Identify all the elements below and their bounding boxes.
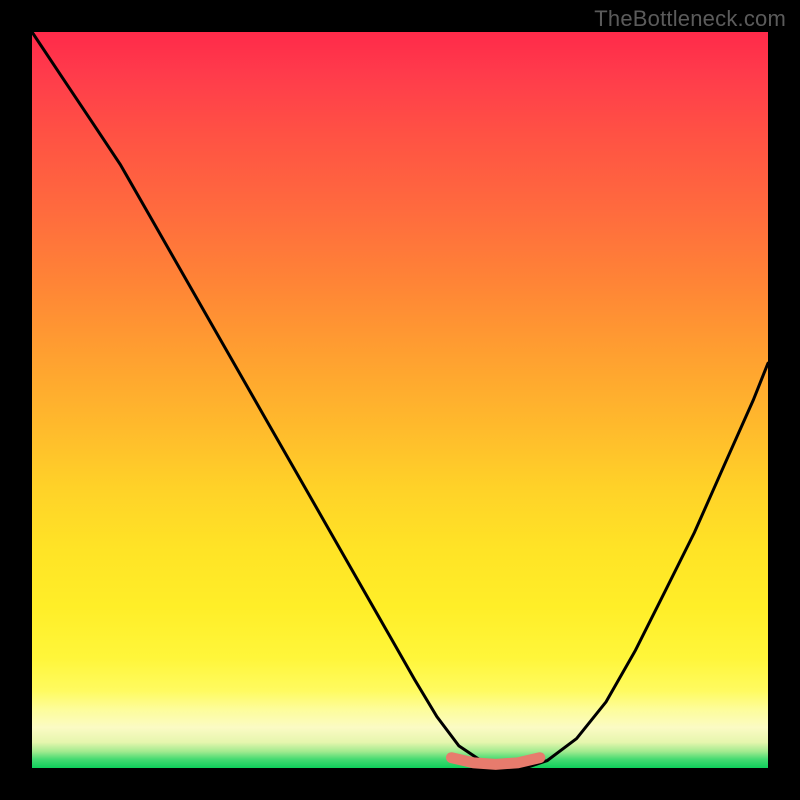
chart-frame: TheBottleneck.com [0,0,800,800]
bottleneck-curve [32,32,768,768]
chart-svg [32,32,768,768]
optimal-band [452,758,540,765]
chart-plot-area [32,32,768,768]
watermark-text: TheBottleneck.com [594,6,786,32]
